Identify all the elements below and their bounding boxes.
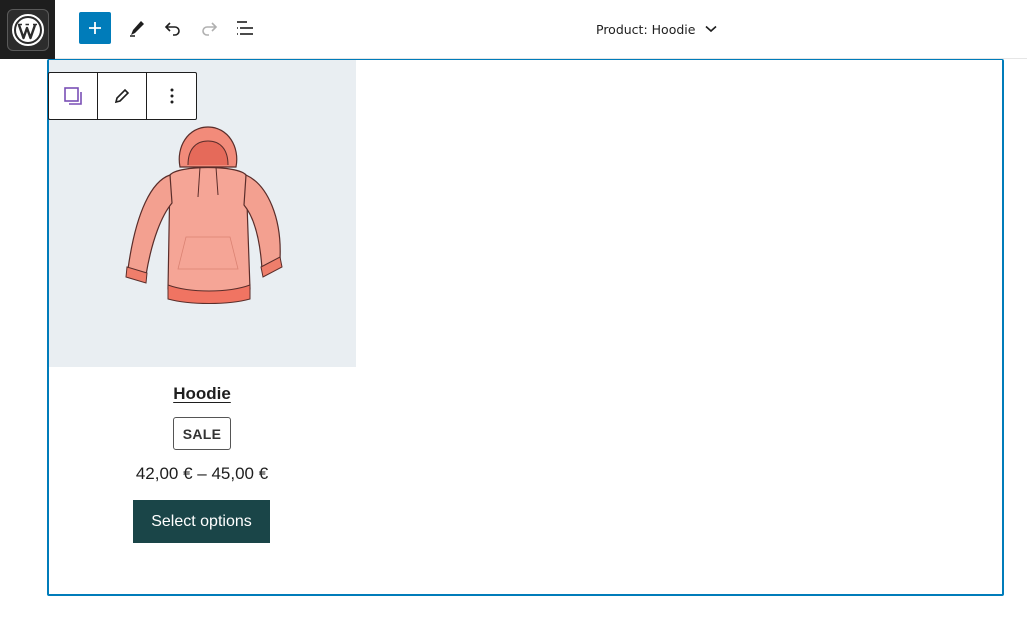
- undo-icon: [164, 22, 180, 36]
- tools-edit-button[interactable]: [121, 12, 153, 44]
- plus-icon: [89, 22, 101, 34]
- editor-top-toolbar: Product: Hoodie: [0, 0, 1027, 59]
- block-toolbar: [48, 72, 197, 120]
- sale-badge: SALE: [173, 417, 231, 450]
- list-view-icon: [237, 21, 253, 35]
- redo-button[interactable]: [193, 12, 225, 44]
- document-overview-button[interactable]: [229, 12, 261, 44]
- edit-block-button[interactable]: [98, 73, 147, 119]
- select-options-button[interactable]: Select options: [133, 500, 270, 543]
- copy-block-icon: [64, 87, 82, 105]
- block-inserter-button[interactable]: [79, 12, 111, 44]
- more-vertical-icon: [170, 88, 173, 104]
- wordpress-logo-button[interactable]: [0, 0, 55, 59]
- pencil-icon: [130, 21, 144, 37]
- pencil-icon: [114, 88, 130, 104]
- document-title: Product: Hoodie: [596, 21, 696, 37]
- block-type-button[interactable]: [49, 73, 98, 119]
- chevron-down-icon: [705, 25, 717, 33]
- hoodie-illustration: [124, 125, 283, 304]
- product-title[interactable]: Hoodie: [49, 384, 355, 404]
- block-options-button[interactable]: [147, 73, 196, 119]
- wordpress-logo-icon: [6, 8, 49, 51]
- product-price: 42,00 € – 45,00 €: [135, 464, 269, 483]
- redo-icon: [202, 22, 218, 36]
- document-title-bar[interactable]: Product: Hoodie: [596, 17, 717, 41]
- undo-button[interactable]: [157, 12, 189, 44]
